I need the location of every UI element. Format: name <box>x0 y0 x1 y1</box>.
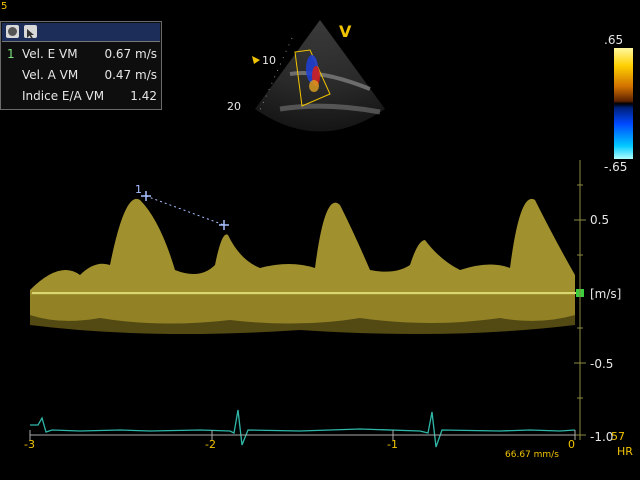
velocity-axis <box>574 160 586 440</box>
velocity-tick-minus-1.0: -1.0 <box>590 430 614 444</box>
measurement-label: Vel. A VM <box>22 68 79 82</box>
measurement-panel: 1 Vel. E VM 0.67 m/s Vel. A VM 0.47 m/s … <box>0 21 162 110</box>
doppler-spectrum <box>29 160 586 448</box>
measurement-row: 1 Vel. E VM 0.67 m/s <box>1 47 161 67</box>
record-icon[interactable] <box>6 25 19 38</box>
sweep-speed: 66.67 mm/s <box>505 450 559 460</box>
heart-rate-value: 57 <box>611 430 625 443</box>
heart-rate-caption: HR <box>617 445 633 458</box>
color-scale-max: .65 <box>604 33 624 47</box>
measurement-row: Vel. A VM 0.47 m/s <box>1 68 161 88</box>
measurement-label: Indice E/A VM <box>22 89 105 103</box>
velocity-unit: [m/s] <box>590 287 622 301</box>
measurement-row: Indice E/A VM 1.42 <box>1 89 161 109</box>
mode-label: V <box>339 22 352 41</box>
velocity-tick-0.5: 0.5 <box>590 213 610 227</box>
frame-number: 5 <box>1 1 8 12</box>
measurement-label: Vel. E VM <box>22 47 78 61</box>
focus-marker-icon <box>252 56 260 64</box>
ultrasound-sector-image <box>252 20 385 132</box>
measurement-toolbar <box>2 23 160 42</box>
caliper-e-marker[interactable] <box>141 191 151 201</box>
depth-mark-10: 10 <box>262 54 276 67</box>
time-tick-minus-2: -2 <box>205 438 216 451</box>
caliper-line <box>145 195 225 226</box>
time-tick-0: 0 <box>568 438 575 451</box>
depth-mark-20: 20 <box>227 100 241 113</box>
cursor-tool-icon[interactable] <box>24 25 37 39</box>
measurement-value: 1.42 <box>130 89 157 103</box>
time-tick-minus-3: -3 <box>24 438 35 451</box>
color-scale-bar <box>614 48 633 159</box>
measurement-value: 0.47 m/s <box>104 68 157 82</box>
caliper-label: 1 <box>135 183 142 196</box>
measurement-value: 0.67 m/s <box>104 47 157 61</box>
measurement-index: 1 <box>7 47 15 61</box>
velocity-tick-minus-0.5: -0.5 <box>590 357 614 371</box>
caliper-a-marker[interactable] <box>219 220 229 230</box>
ecg-trace <box>30 409 576 448</box>
time-tick-minus-1: -1 <box>387 438 398 451</box>
